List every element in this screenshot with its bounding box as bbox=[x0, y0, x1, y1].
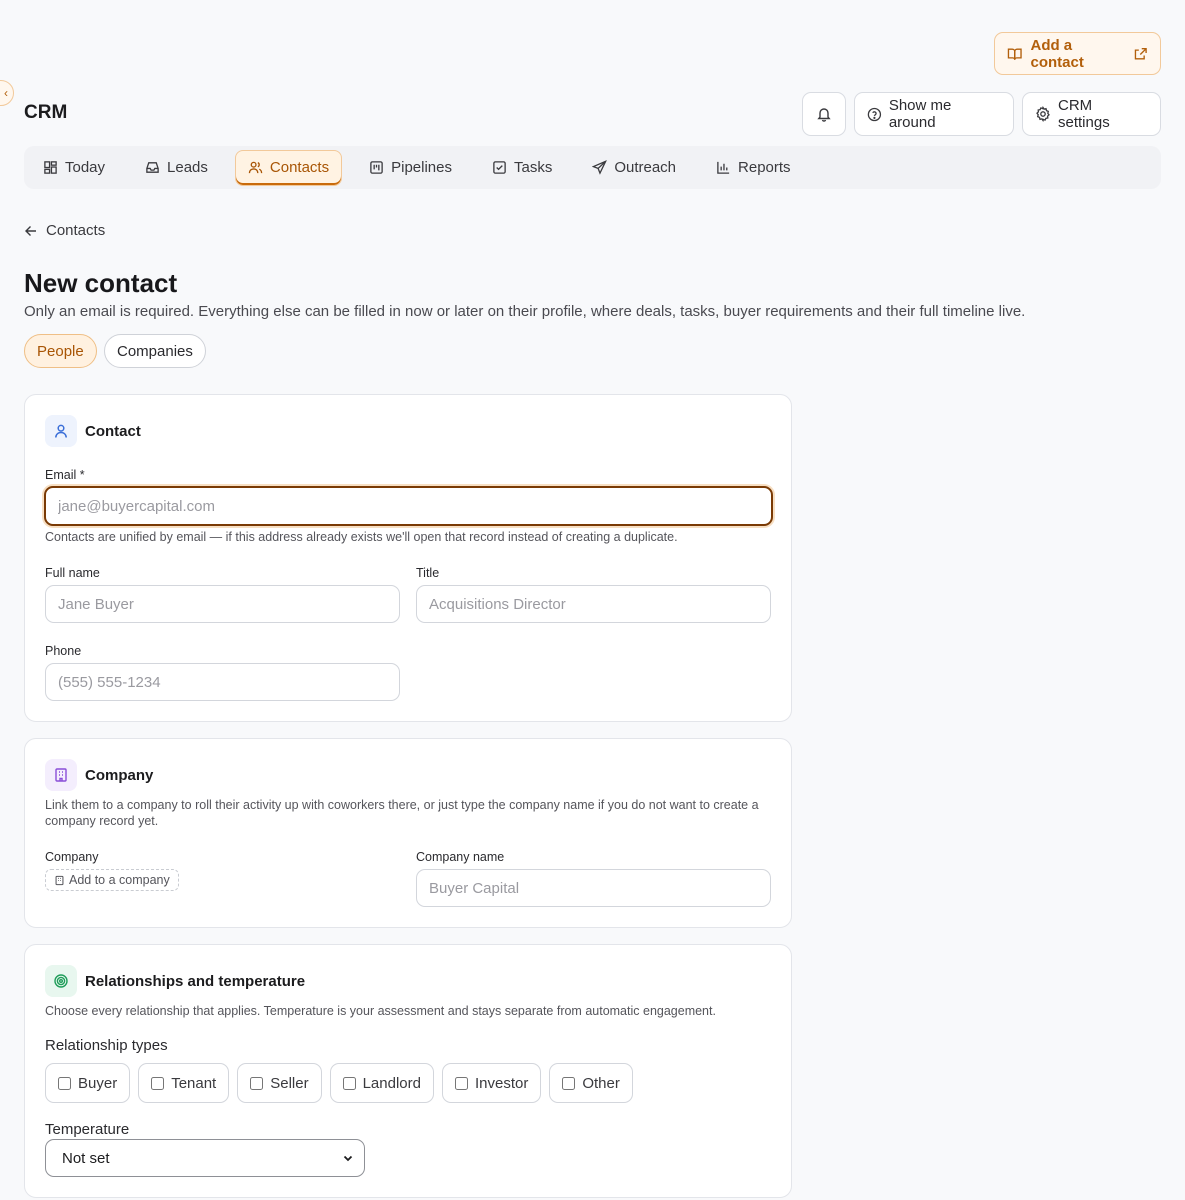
relationship-other-checkbox[interactable] bbox=[562, 1076, 576, 1090]
temperature-label: Temperature bbox=[45, 1121, 130, 1138]
company-name-input[interactable] bbox=[416, 869, 771, 907]
company-card: Company Link them to a company to roll t… bbox=[24, 738, 792, 928]
book-icon bbox=[1007, 47, 1022, 60]
notifications-button[interactable] bbox=[802, 92, 846, 136]
relationship-buyer-label: Buyer bbox=[78, 1074, 118, 1092]
temperature-select[interactable]: Not set bbox=[45, 1139, 365, 1177]
arrow-left-icon bbox=[25, 225, 36, 236]
show-me-around-label: Show me around bbox=[888, 97, 952, 131]
page-subtitle: Only an email is required. Everything el… bbox=[24, 303, 1026, 320]
tab-reports-label: Reports bbox=[738, 159, 791, 176]
back-label: Contacts bbox=[46, 222, 106, 239]
main-nav: Today Leads Contacts Pipelines Tasks Out… bbox=[24, 146, 1161, 189]
relationship-seller[interactable]: Seller bbox=[237, 1063, 322, 1103]
sidebar-toggle[interactable]: ‹ bbox=[0, 80, 14, 106]
email-hint: Contacts are unified by email — if this … bbox=[45, 530, 678, 544]
crm-settings-button[interactable]: CRM settings bbox=[1022, 92, 1161, 136]
tab-tasks-label: Tasks bbox=[513, 159, 553, 176]
relationship-seller-checkbox[interactable] bbox=[250, 1076, 264, 1090]
tab-pipelines[interactable]: Pipelines bbox=[356, 150, 465, 186]
relationship-investor[interactable]: Investor bbox=[441, 1063, 542, 1103]
target-icon bbox=[45, 965, 77, 997]
help-circle-icon bbox=[867, 107, 882, 121]
add-to-company-label: Add to a company bbox=[69, 873, 170, 887]
users-icon bbox=[248, 161, 263, 174]
relationship-landlord[interactable]: Landlord bbox=[329, 1063, 434, 1103]
building-icon bbox=[55, 875, 64, 885]
company-card-title: Company bbox=[85, 766, 154, 784]
title-label: Title bbox=[416, 566, 440, 580]
segment-companies[interactable]: Companies bbox=[104, 334, 206, 368]
dashboard-icon bbox=[44, 161, 57, 174]
relationship-buyer-checkbox[interactable] bbox=[58, 1076, 71, 1090]
relationship-tenant-label: Tenant bbox=[171, 1074, 217, 1092]
external-link-icon bbox=[1135, 47, 1148, 60]
segment-people[interactable]: People bbox=[24, 334, 97, 368]
relationship-seller-label: Seller bbox=[270, 1074, 309, 1092]
relationship-investor-label: Investor bbox=[474, 1074, 529, 1092]
tab-contacts[interactable]: Contacts bbox=[234, 149, 343, 186]
full-name-input[interactable] bbox=[45, 585, 400, 623]
tab-tasks[interactable]: Tasks bbox=[479, 150, 565, 186]
relationship-other-label: Other bbox=[582, 1074, 620, 1092]
tab-today-label: Today bbox=[65, 159, 106, 176]
contact-card-title: Contact bbox=[85, 422, 141, 440]
back-to-contacts-link[interactable]: Contacts bbox=[24, 222, 105, 239]
relationship-investor-checkbox[interactable] bbox=[454, 1076, 468, 1090]
relationship-types-group: Buyer Tenant Seller Landlord Investor Ot… bbox=[45, 1063, 633, 1103]
email-label: Email * bbox=[45, 468, 85, 482]
full-name-label: Full name bbox=[45, 566, 100, 580]
building-icon bbox=[45, 759, 77, 791]
user-icon bbox=[45, 415, 77, 447]
crm-settings-label: CRM settings bbox=[1058, 97, 1110, 131]
contact-card-header: Contact bbox=[45, 415, 141, 447]
check-square-icon bbox=[493, 161, 506, 174]
title-input[interactable] bbox=[416, 585, 771, 623]
tab-outreach-label: Outreach bbox=[614, 159, 677, 176]
gear-icon bbox=[1036, 106, 1050, 122]
company-card-header: Company bbox=[45, 759, 153, 791]
relationship-types-label: Relationship types bbox=[45, 1037, 168, 1054]
contact-card: Contact Email * Contacts are unified by … bbox=[24, 394, 792, 722]
tab-contacts-label: Contacts bbox=[269, 159, 330, 176]
app-title: CRM bbox=[24, 102, 68, 123]
phone-label: Phone bbox=[45, 644, 82, 658]
phone-input[interactable] bbox=[45, 663, 400, 701]
company-name-label: Company name bbox=[416, 850, 505, 864]
bar-chart-icon bbox=[717, 161, 730, 174]
company-label: Company bbox=[45, 850, 99, 864]
add-contact-help-button[interactable]: Add a contact bbox=[994, 32, 1161, 75]
bell-icon bbox=[817, 108, 831, 122]
chevron-left-icon: ‹ bbox=[4, 86, 8, 100]
relationship-landlord-label: Landlord bbox=[362, 1074, 421, 1092]
temperature-value: Not set bbox=[62, 1149, 110, 1167]
relationships-card: Relationships and temperature Choose eve… bbox=[24, 944, 792, 1198]
tab-today[interactable]: Today bbox=[30, 150, 118, 186]
tab-pipelines-label: Pipelines bbox=[391, 159, 452, 176]
relationship-tenant-checkbox[interactable] bbox=[151, 1076, 165, 1090]
relationships-card-title: Relationships and temperature bbox=[85, 972, 306, 990]
relationship-tenant[interactable]: Tenant bbox=[138, 1063, 230, 1103]
add-contact-help-label: Add a contact bbox=[1030, 36, 1084, 71]
tab-leads-label: Leads bbox=[167, 159, 208, 176]
relationship-buyer[interactable]: Buyer bbox=[45, 1063, 131, 1103]
relationship-landlord-checkbox[interactable] bbox=[342, 1076, 356, 1090]
email-input[interactable] bbox=[44, 486, 773, 526]
tab-reports[interactable]: Reports bbox=[703, 150, 804, 186]
show-me-around-button[interactable]: Show me around bbox=[854, 92, 1014, 136]
kanban-icon bbox=[370, 161, 383, 174]
page-title: New contact bbox=[24, 268, 178, 298]
inbox-icon bbox=[146, 162, 159, 173]
tab-outreach[interactable]: Outreach bbox=[579, 150, 689, 186]
relationship-other[interactable]: Other bbox=[549, 1063, 633, 1103]
add-to-company-button[interactable]: Add to a company bbox=[45, 869, 179, 891]
relationships-card-header: Relationships and temperature bbox=[45, 965, 305, 997]
chevron-down-icon bbox=[343, 1155, 353, 1162]
company-card-desc: Link them to a company to roll their act… bbox=[45, 798, 759, 828]
tab-leads[interactable]: Leads bbox=[132, 150, 221, 186]
relationships-card-desc: Choose every relationship that applies. … bbox=[45, 1004, 716, 1018]
send-icon bbox=[592, 160, 608, 175]
